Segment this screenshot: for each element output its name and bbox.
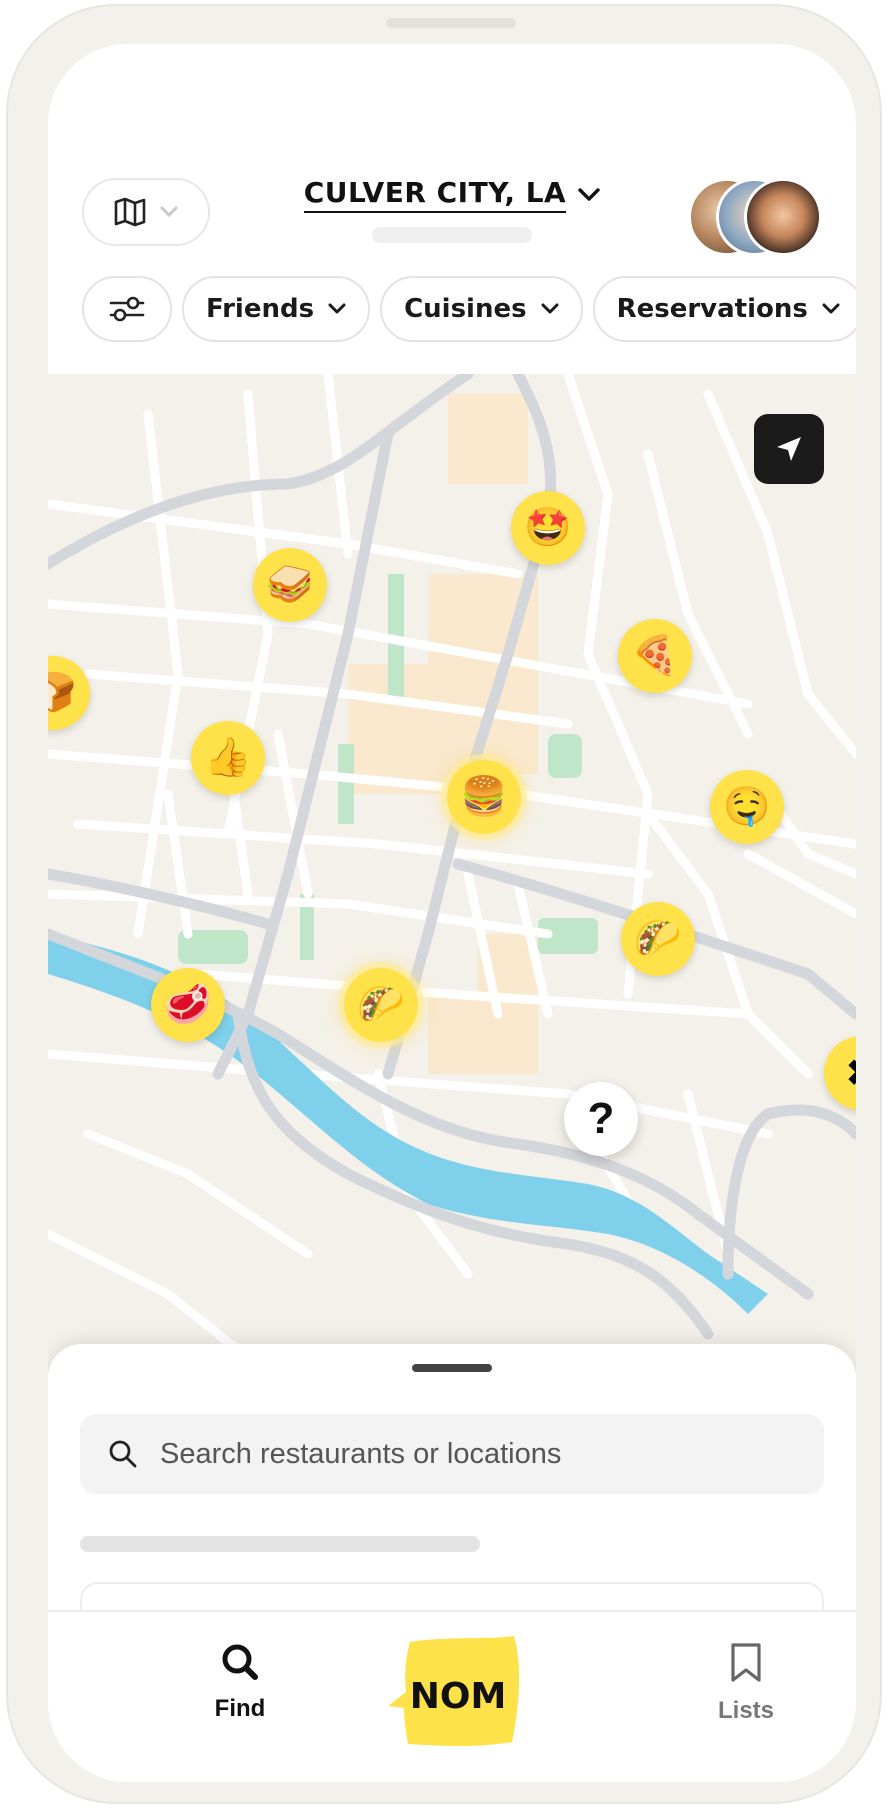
chip-friends[interactable]: Friends bbox=[182, 276, 371, 342]
search-icon bbox=[222, 1644, 258, 1680]
map-pin[interactable]: 🌮 bbox=[344, 968, 418, 1042]
chip-label: Cuisines bbox=[404, 294, 527, 324]
pizza-icon: 🍕 bbox=[631, 635, 679, 677]
burger-icon: 🍔 bbox=[460, 776, 508, 818]
chevron-down-icon bbox=[541, 303, 559, 314]
map-view[interactable]: 🤩 🥪 🍕 🍞 👍 🍔 🤤 🌮 🌮 🥩 ? ✖ bbox=[48, 374, 856, 1384]
nom-logo-button[interactable]: NOM bbox=[388, 1634, 524, 1750]
chip-cuisines[interactable]: Cuisines bbox=[380, 276, 583, 342]
bottom-sheet bbox=[48, 1344, 856, 1662]
bread-icon: 🍞 bbox=[48, 672, 77, 714]
partial-pin-icon: ✖ bbox=[845, 1051, 856, 1096]
chip-reservations[interactable]: Reservations bbox=[592, 276, 856, 342]
filter-chips-row: Friends Cuisines Reservations bbox=[82, 276, 856, 346]
map-pin[interactable]: 🥪 bbox=[253, 548, 327, 622]
search-input[interactable] bbox=[158, 1436, 762, 1472]
nom-logo-icon: NOM bbox=[388, 1636, 520, 1746]
taco-icon: 🌮 bbox=[634, 918, 682, 960]
map-pin[interactable]: 🤤 bbox=[710, 770, 784, 844]
sliders-icon bbox=[109, 296, 145, 322]
chevron-down-icon bbox=[822, 303, 840, 314]
speaker-slot bbox=[386, 18, 516, 28]
friends-avatars[interactable] bbox=[688, 178, 828, 256]
bookmark-icon bbox=[731, 1643, 761, 1682]
tab-find-label: Find bbox=[214, 1695, 266, 1722]
sandwich-icon: 🥪 bbox=[266, 564, 314, 606]
map-pin[interactable]: 🥩 bbox=[151, 968, 225, 1042]
taco-icon: 🌮 bbox=[357, 984, 405, 1026]
avatar bbox=[744, 178, 822, 256]
thumbs-up-emoji-icon: 👍 bbox=[204, 737, 252, 779]
location-subtitle-placeholder bbox=[372, 227, 532, 243]
star-struck-emoji-icon: 🤩 bbox=[524, 507, 572, 549]
map-pin[interactable]: 🍔 bbox=[447, 760, 521, 834]
map-pin[interactable]: 🍕 bbox=[618, 619, 692, 693]
bottom-tab-bar: Find NOM Lists bbox=[48, 1610, 856, 1782]
tab-find[interactable]: Find bbox=[180, 1642, 300, 1723]
phone-frame: CULVER CITY, LA Friends Cuisines Reserva… bbox=[6, 4, 882, 1804]
tab-lists-label: Lists bbox=[717, 1697, 774, 1724]
map-canvas bbox=[48, 374, 856, 1379]
sheet-drag-handle[interactable] bbox=[412, 1364, 492, 1372]
steak-icon: 🥩 bbox=[164, 984, 212, 1026]
chevron-down-icon bbox=[578, 187, 600, 201]
question-mark-icon: ? bbox=[587, 1094, 615, 1143]
map-pin[interactable]: 🤩 bbox=[511, 491, 585, 565]
tab-lists[interactable]: Lists bbox=[686, 1642, 806, 1725]
chevron-down-icon bbox=[328, 303, 346, 314]
section-title-placeholder bbox=[80, 1536, 480, 1552]
search-bar[interactable] bbox=[80, 1414, 824, 1494]
nom-logo-text: NOM bbox=[410, 1676, 507, 1717]
navigation-arrow-icon bbox=[777, 437, 801, 461]
filter-settings-button[interactable] bbox=[82, 276, 172, 342]
location-title: CULVER CITY, LA bbox=[303, 176, 567, 213]
chip-label: Friends bbox=[206, 294, 315, 324]
search-icon bbox=[109, 1440, 137, 1468]
locate-me-button[interactable] bbox=[754, 414, 824, 484]
drooling-face-emoji-icon: 🤤 bbox=[723, 786, 771, 828]
map-pin[interactable]: ? bbox=[564, 1082, 638, 1156]
map-pin[interactable]: 👍 bbox=[191, 721, 265, 795]
map-pin[interactable]: 🌮 bbox=[621, 902, 695, 976]
chip-label: Reservations bbox=[616, 294, 808, 324]
app-screen: CULVER CITY, LA Friends Cuisines Reserva… bbox=[48, 44, 856, 1782]
